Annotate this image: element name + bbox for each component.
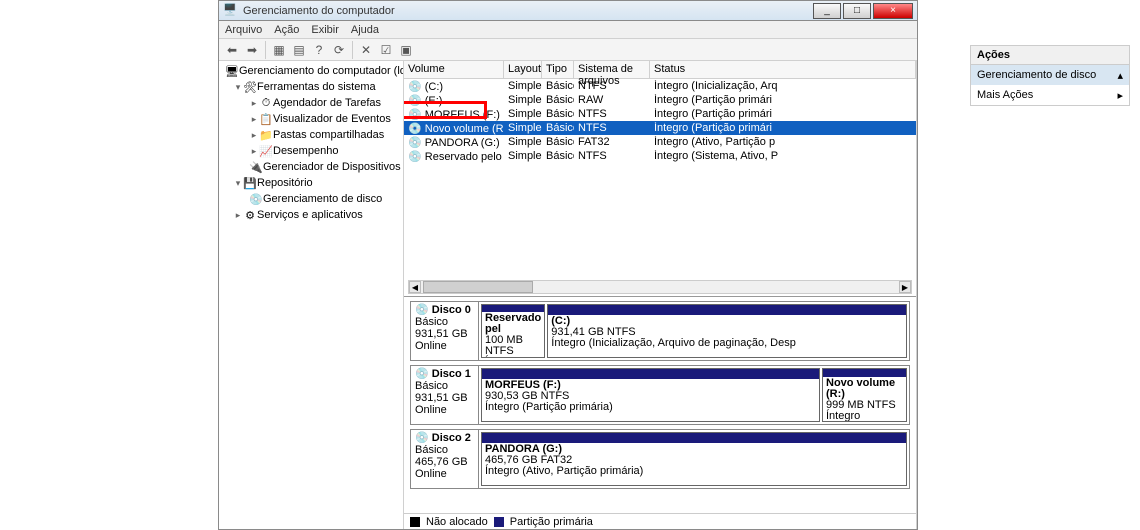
legend-unalloc: Não alocado — [426, 516, 488, 528]
separator — [352, 41, 353, 59]
scroll-thumb[interactable] — [423, 281, 533, 293]
volume-header[interactable]: Volume Layout Tipo Sistema de arquivos S… — [404, 61, 916, 79]
tree-gerdisp[interactable]: 🔌Gerenciador de Dispositivos — [219, 159, 403, 175]
tree-visualizador[interactable]: ▸📋Visualizador de Eventos — [219, 111, 403, 127]
nav-tree[interactable]: 🖥Gerenciamento do computador (local) ▾🛠F… — [219, 61, 404, 529]
close-button[interactable]: × — [873, 3, 913, 19]
action-icon[interactable]: ▣ — [397, 41, 415, 59]
scroll-left-icon[interactable]: ◀ — [409, 281, 421, 293]
legend: Não alocado Partição primária — [404, 513, 916, 529]
col-fs[interactable]: Sistema de arquivos — [574, 61, 650, 78]
delete-icon[interactable]: ✕ — [357, 41, 375, 59]
volume-row[interactable]: 💿 Reservado pelo SistemaSimplesBásicoNTF… — [404, 149, 916, 163]
col-status[interactable]: Status — [650, 61, 916, 78]
properties-icon[interactable]: ☑ — [377, 41, 395, 59]
actions-panel: Ações Gerenciamento de disco▴ Mais Ações… — [970, 45, 1130, 106]
menu-acao[interactable]: Ação — [274, 24, 299, 36]
tree-root[interactable]: 🖥Gerenciamento do computador (local) — [219, 63, 403, 79]
menu-ajuda[interactable]: Ajuda — [351, 24, 379, 36]
partition[interactable]: Reservado pel100 MB NTFSÍntegro (Sistem — [481, 304, 545, 358]
disk-map[interactable]: 💿 Disco 0Básico931,51 GBOnlineReservado … — [404, 296, 916, 513]
partition[interactable]: MORFEUS (F:)930,53 GB NTFSÍntegro (Parti… — [481, 368, 820, 422]
actions-more[interactable]: Mais Ações▸ — [971, 85, 1129, 105]
disk-info: 💿 Disco 2Básico465,76 GBOnline — [411, 430, 479, 488]
volume-row[interactable]: 💿 Novo volume (R:)SimplesBásicoNTFSÍnteg… — [404, 121, 916, 135]
legend-primary-swatch — [494, 517, 504, 527]
view-icon[interactable]: ▦ — [270, 41, 288, 59]
volume-row[interactable]: 💿 (E:)SimplesBásicoRAWÍntegro (Partição … — [404, 93, 916, 107]
disk-info: 💿 Disco 1Básico931,51 GBOnline — [411, 366, 479, 424]
actions-disk[interactable]: Gerenciamento de disco▴ — [971, 65, 1129, 85]
menubar: Arquivo Ação Exibir Ajuda — [219, 21, 917, 39]
back-icon[interactable]: ⬅ — [223, 41, 241, 59]
help-icon[interactable]: ? — [310, 41, 328, 59]
partition[interactable]: PANDORA (G:)465,76 GB FAT32Íntegro (Ativ… — [481, 432, 907, 486]
tree-pastas[interactable]: ▸📁Pastas compartilhadas — [219, 127, 403, 143]
legend-unalloc-swatch — [410, 517, 420, 527]
tree-agendador[interactable]: ▸⏱Agendador de Tarefas — [219, 95, 403, 111]
forward-icon[interactable]: ➡ — [243, 41, 261, 59]
tree-servicos[interactable]: ▸⚙Serviços e aplicativos — [219, 207, 403, 223]
tree-repositorio[interactable]: ▾💾Repositório — [219, 175, 403, 191]
volume-row[interactable]: 💿 PANDORA (G:)SimplesBásicoFAT32Íntegro … — [404, 135, 916, 149]
col-tipo[interactable]: Tipo — [542, 61, 574, 78]
disk[interactable]: 💿 Disco 1Básico931,51 GBOnlineMORFEUS (F… — [410, 365, 910, 425]
window-title: Gerenciamento do computador — [243, 5, 813, 17]
legend-primary: Partição primária — [510, 516, 593, 528]
chevron-right-icon: ▸ — [1117, 89, 1123, 102]
volume-row[interactable]: 💿 MORFEUS (F:)SimplesBásicoNTFSÍntegro (… — [404, 107, 916, 121]
partition[interactable]: Novo volume (R:)999 MB NTFSÍntegro (Part… — [822, 368, 907, 422]
actions-title: Ações — [971, 46, 1129, 65]
tree-gerdisco[interactable]: 💿Gerenciamento de disco — [219, 191, 403, 207]
maximize-button[interactable]: □ — [843, 3, 871, 19]
col-volume[interactable]: Volume — [404, 61, 504, 78]
titlebar[interactable]: 🖥️ Gerenciamento do computador _ □ × — [219, 1, 917, 21]
disk-info: 💿 Disco 0Básico931,51 GBOnline — [411, 302, 479, 360]
menu-arquivo[interactable]: Arquivo — [225, 24, 262, 36]
main-window: 🖥️ Gerenciamento do computador _ □ × Arq… — [218, 0, 918, 530]
disk[interactable]: 💿 Disco 2Básico465,76 GBOnlinePANDORA (G… — [410, 429, 910, 489]
partition[interactable]: (C:)931,41 GB NTFSÍntegro (Inicialização… — [547, 304, 907, 358]
volume-list[interactable]: Volume Layout Tipo Sistema de arquivos S… — [404, 61, 916, 296]
minimize-button[interactable]: _ — [813, 3, 841, 19]
chevron-up-icon: ▴ — [1117, 69, 1123, 82]
tree-desempenho[interactable]: ▸📈Desempenho — [219, 143, 403, 159]
menu-exibir[interactable]: Exibir — [311, 24, 339, 36]
separator — [265, 41, 266, 59]
tree-ferramentas[interactable]: ▾🛠Ferramentas do sistema — [219, 79, 403, 95]
volume-row[interactable]: 💿 (C:)SimplesBásicoNTFSÍntegro (Iniciali… — [404, 79, 916, 93]
h-scrollbar[interactable]: ◀ ▶ — [408, 280, 912, 294]
scroll-right-icon[interactable]: ▶ — [899, 281, 911, 293]
refresh-icon[interactable]: ⟳ — [330, 41, 348, 59]
toolbar: ⬅ ➡ ▦ ▤ ? ⟳ ✕ ☑ ▣ — [219, 39, 917, 61]
app-icon: 🖥️ — [223, 3, 239, 19]
options-icon[interactable]: ▤ — [290, 41, 308, 59]
disk[interactable]: 💿 Disco 0Básico931,51 GBOnlineReservado … — [410, 301, 910, 361]
col-layout[interactable]: Layout — [504, 61, 542, 78]
